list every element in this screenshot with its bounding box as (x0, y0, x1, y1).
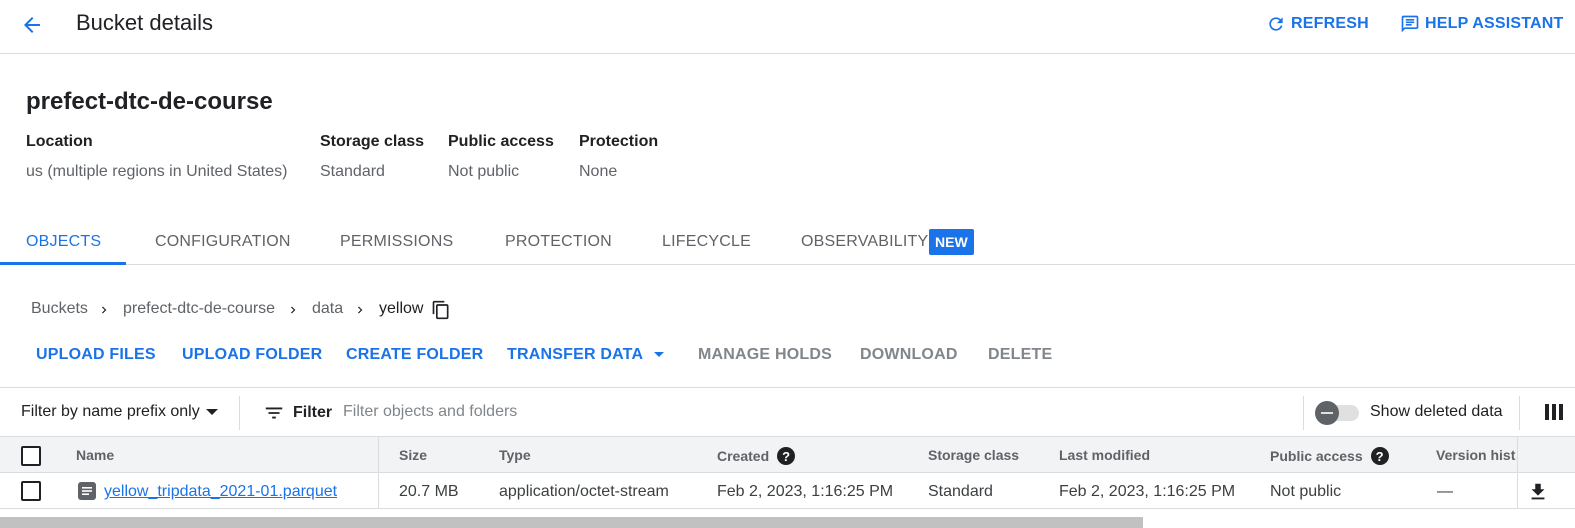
file-last-modified: Feb 2, 2023, 1:16:25 PM (1059, 483, 1236, 500)
file-size: 20.7 MB (399, 483, 459, 500)
file-name-link[interactable]: yellow_tripdata_2021-01.parquet (104, 483, 337, 500)
column-header-created-label: Created (717, 448, 770, 464)
back-button[interactable] (17, 10, 47, 40)
help-assistant-label: HELP ASSISTANT (1425, 15, 1564, 32)
show-deleted-label: Show deleted data (1370, 403, 1503, 420)
tab-lifecycle[interactable]: LIFECYCLE (662, 233, 751, 251)
horizontal-scrollbar[interactable] (0, 517, 1143, 528)
tab-permissions[interactable]: PERMISSIONS (340, 233, 453, 251)
file-version-history: — (1437, 483, 1453, 500)
copy-icon[interactable] (431, 300, 451, 320)
page-title: Bucket details (76, 10, 213, 35)
prefix-filter-label: Filter by name prefix only (21, 403, 200, 420)
divider (1519, 396, 1520, 430)
column-header-type[interactable]: Type (499, 447, 531, 463)
file-created: Feb 2, 2023, 1:16:25 PM (717, 483, 894, 500)
caret-down-icon (205, 409, 218, 415)
create-folder-button[interactable]: CREATE FOLDER (346, 346, 483, 364)
storage-class-label: Storage class (320, 133, 425, 150)
toggle-thumb (1315, 401, 1339, 425)
tab-objects[interactable]: OBJECTS (26, 233, 101, 251)
filter-bar: Filter by name prefix only Filter Show d… (0, 387, 1575, 437)
column-header-size[interactable]: Size (399, 447, 427, 463)
refresh-icon (1269, 17, 1283, 31)
column-header-version-history[interactable]: Version hist (1436, 447, 1516, 463)
select-all-checkbox[interactable] (21, 446, 41, 466)
chat-icon (1401, 15, 1419, 33)
file-type: application/octet-stream (499, 483, 669, 500)
file-icon (78, 482, 96, 500)
bucket-name: prefect-dtc-de-course (26, 88, 273, 115)
prefix-filter-select[interactable]: Filter by name prefix only (21, 403, 218, 421)
chevron-right-icon (291, 306, 296, 314)
breadcrumb-buckets[interactable]: Buckets (31, 300, 88, 318)
location-value: us (multiple regions in United States) (26, 163, 288, 180)
tab-observability[interactable]: OBSERVABILITY (801, 233, 928, 251)
location-label: Location (26, 133, 93, 150)
show-deleted-toggle[interactable] (1313, 400, 1361, 425)
storage-class-value: Standard (320, 163, 385, 180)
arrow-back-icon (24, 17, 40, 33)
help-assistant-button[interactable]: HELP ASSISTANT (1400, 14, 1564, 34)
public-access-label: Public access (448, 133, 554, 150)
tab-configuration[interactable]: CONFIGURATION (155, 233, 291, 251)
transfer-data-button[interactable]: TRANSFER DATA (507, 346, 665, 364)
divider (1303, 396, 1304, 430)
column-header-name[interactable]: Name (76, 447, 114, 463)
delete-button[interactable]: DELETE (988, 346, 1052, 364)
filter-label: Filter (293, 404, 333, 421)
table-header: Name Size Type Created ? Storage class L… (0, 437, 1575, 473)
refresh-button[interactable]: REFRESH (1266, 14, 1369, 34)
active-tab-indicator (0, 262, 126, 265)
protection-value: None (579, 163, 618, 180)
upload-folder-button[interactable]: UPLOAD FOLDER (182, 346, 322, 364)
protection-label: Protection (579, 133, 659, 150)
file-public-access: Not public (1270, 483, 1342, 500)
chevron-right-icon (358, 306, 363, 314)
chevron-right-icon (102, 306, 107, 314)
download-button[interactable]: DOWNLOAD (860, 346, 958, 364)
row-checkbox[interactable] (21, 481, 41, 501)
upload-files-button[interactable]: UPLOAD FILES (36, 346, 156, 364)
filter-list-icon (265, 407, 283, 419)
public-access-value: Not public (448, 163, 520, 180)
column-header-public-access-label: Public access (1270, 448, 1363, 464)
column-display-icon[interactable] (1545, 403, 1563, 421)
breadcrumb-yellow: yellow (379, 300, 424, 317)
breadcrumb-data[interactable]: data (312, 300, 343, 318)
manage-holds-button[interactable]: MANAGE HOLDS (698, 346, 832, 364)
column-header-last-modified[interactable]: Last modified (1059, 447, 1150, 463)
tab-bar: OBJECTS CONFIGURATION PERMISSIONS PROTEC… (0, 218, 1575, 265)
refresh-label: REFRESH (1291, 15, 1369, 32)
new-badge: NEW (929, 229, 974, 255)
file-storage-class: Standard (928, 483, 993, 500)
column-header-storage-class[interactable]: Storage class (928, 447, 1019, 463)
breadcrumb-bucket[interactable]: prefect-dtc-de-course (123, 300, 275, 318)
top-bar: Bucket details REFRESH HELP ASSISTANT (0, 0, 1575, 54)
transfer-data-label: TRANSFER DATA (507, 346, 644, 363)
column-header-public-access[interactable]: Public access ? (1270, 447, 1389, 465)
help-icon[interactable]: ? (1370, 447, 1389, 465)
table-row: yellow_tripdata_2021-01.parquet 20.7 MB … (0, 473, 1575, 509)
help-icon[interactable]: ? (777, 447, 796, 465)
filter-button[interactable]: Filter (263, 402, 332, 424)
column-header-created[interactable]: Created ? (717, 447, 796, 465)
caret-down-icon (654, 352, 665, 357)
filter-input[interactable] (343, 400, 1243, 424)
tab-protection[interactable]: PROTECTION (505, 233, 612, 251)
download-icon[interactable] (1527, 481, 1549, 503)
divider (239, 396, 240, 430)
